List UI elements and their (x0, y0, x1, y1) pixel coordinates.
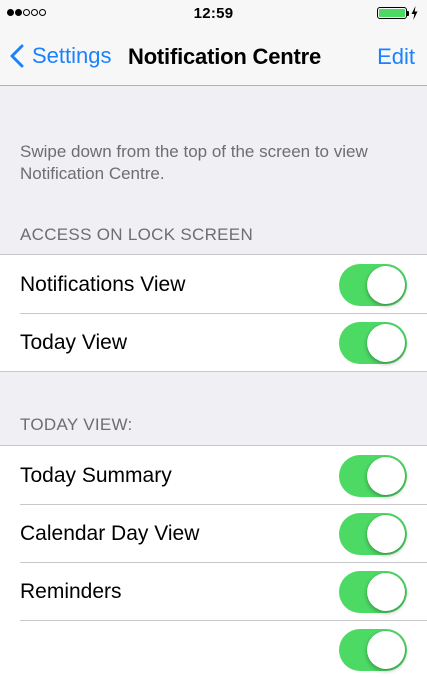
section-header-lock-screen: ACCESS ON LOCK SCREEN (20, 225, 254, 244)
setting-row-notifications-view: Notifications View (0, 255, 427, 313)
navigation-bar: Settings Notification Centre Edit (0, 26, 427, 86)
battery-tip (407, 11, 409, 16)
page-title: Notification Centre (128, 44, 321, 69)
setting-row-reminders: Reminders (0, 562, 427, 620)
back-button-label: Settings (32, 43, 112, 68)
partial-row-toggle[interactable] (339, 629, 407, 671)
setting-row-today-summary: Today Summary (0, 446, 427, 504)
charging-bolt-icon (411, 6, 418, 20)
description-text: Swipe down from the top of the screen to… (20, 142, 368, 183)
setting-row-partial (0, 620, 427, 678)
toggle-knob (367, 631, 405, 669)
section-header-today-view: TODAY VIEW: (20, 415, 133, 434)
chevron-left-icon (10, 44, 24, 68)
toggle-knob (367, 324, 405, 362)
setting-label: Notifications View (20, 273, 186, 296)
setting-label: Today View (20, 331, 128, 354)
back-button[interactable]: Settings (10, 41, 112, 71)
edit-button[interactable]: Edit (377, 44, 415, 70)
setting-row-today-view: Today View (0, 313, 427, 371)
setting-label: Reminders (20, 580, 122, 603)
setting-row-calendar-day-view: Calendar Day View (0, 504, 427, 562)
setting-label: Calendar Day View (20, 522, 200, 545)
battery-fill (379, 9, 405, 17)
battery-icon (377, 6, 418, 20)
lock-screen-group: Notifications View Today View (0, 254, 427, 372)
today-view-toggle[interactable] (339, 322, 407, 364)
reminders-toggle[interactable] (339, 571, 407, 613)
calendar-day-view-toggle[interactable] (339, 513, 407, 555)
today-view-group: Today Summary Calendar Day View Reminder… (0, 445, 427, 678)
battery-body (377, 7, 407, 19)
toggle-knob (367, 266, 405, 304)
today-summary-toggle[interactable] (339, 455, 407, 497)
status-time: 12:59 (193, 5, 234, 22)
setting-label: Today Summary (20, 464, 172, 487)
toggle-knob (367, 573, 405, 611)
status-bar: 12:59 (0, 0, 427, 26)
notifications-view-toggle[interactable] (339, 264, 407, 306)
toggle-knob (367, 515, 405, 553)
toggle-knob (367, 457, 405, 495)
